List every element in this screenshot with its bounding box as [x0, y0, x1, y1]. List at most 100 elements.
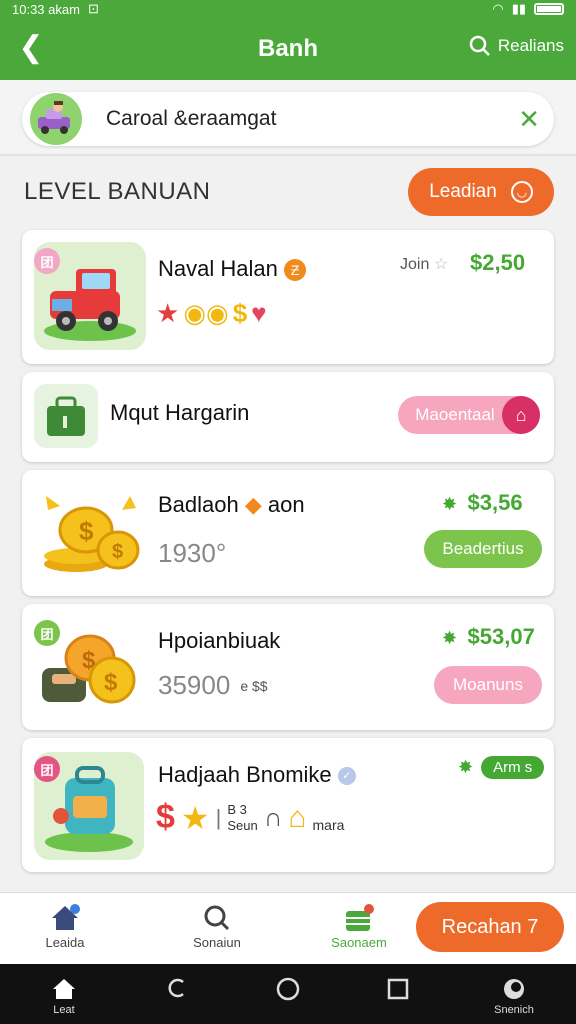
maoentaal-button[interactable]: Maoentaal ⌂: [398, 396, 540, 434]
nav-label: Leaida: [45, 935, 85, 950]
item-title: Hpoianbiuak: [158, 628, 281, 653]
assistant-icon: [501, 974, 527, 1004]
item-meta: Join ☆: [400, 256, 449, 273]
item-price: $3,56: [467, 490, 523, 515]
system-home-label: Leat: [53, 1004, 75, 1016]
search-icon: [469, 35, 490, 56]
home-icon: [50, 901, 80, 935]
circle-icon: [275, 974, 301, 1004]
item-title: Naval Halan Ƶ: [158, 256, 306, 282]
star-outline-icon: ☆: [433, 256, 449, 273]
chevron-left-icon: ❮: [18, 30, 44, 64]
coin-icon: Ƶ: [283, 259, 306, 282]
item-extra: e $$: [240, 677, 268, 694]
home-icon: [51, 974, 77, 1004]
arm-button[interactable]: Arm s: [481, 756, 545, 779]
moanuns-button[interactable]: Moanuns: [434, 666, 542, 704]
search-query: Caroal &eraamgat: [106, 107, 277, 130]
item-badge: 团: [34, 248, 60, 274]
star-icon: ★: [180, 799, 210, 836]
status-time: 10:33 akam: [12, 1, 80, 17]
nav-item-store[interactable]: Saonaem: [314, 901, 404, 950]
reward-row: $ ★ | B 3 Seun ∩ ⌂ mara: [156, 798, 344, 837]
list-item[interactable]: $ $ 团 Hpoianbiuak 35900 e $$ ✸ $53,07 Mo…: [22, 604, 554, 730]
leadian-button[interactable]: Leadian ◡: [408, 168, 554, 216]
item-badge: 团: [34, 756, 60, 782]
status-bar: 10:33 akam ⊡ ◠ ▮▮: [0, 0, 576, 18]
search-action-label: Realians: [497, 36, 564, 55]
item-price-row: ✸ Arm s: [458, 756, 545, 779]
nav-label: Saonaem: [331, 935, 387, 950]
sim-icon: ⊡: [87, 1, 99, 16]
item-title: Badlaoh ◆ aon: [158, 492, 305, 517]
coins-thumbnail: $ $: [34, 484, 144, 580]
search-icon: [202, 901, 232, 935]
item-price-row: ✸ $53,07: [442, 624, 535, 650]
page-title: Banh: [258, 35, 318, 62]
section-title: LEVEL BANUAN: [24, 178, 211, 205]
search-input[interactable]: Caroal &eraamgat ✕: [22, 92, 554, 146]
back-button[interactable]: ❮: [14, 30, 48, 64]
item-count: 1930°: [158, 538, 227, 568]
gear-icon: ✸: [458, 757, 474, 777]
heart-icon: ♥: [251, 298, 267, 328]
nav-label: Sonaiun: [193, 935, 241, 950]
avatar: [30, 93, 82, 145]
reward-labels: B 3 Seun: [227, 802, 257, 834]
label-a: B 3: [227, 801, 247, 817]
item-count-row: 35900 e $$: [158, 670, 268, 701]
list-item[interactable]: Mqut Hargarin Maoentaal ⌂: [22, 372, 554, 462]
nav-item-search[interactable]: Sonaiun: [172, 901, 262, 950]
arch-icon: ∩: [263, 802, 283, 832]
wifi-icon: ◠: [492, 1, 504, 16]
app-bar: ❮ Banh Realians: [0, 18, 576, 80]
label-c: mara: [312, 816, 345, 833]
square-icon: [386, 974, 410, 1004]
search-area: Caroal &eraamgat ✕: [0, 80, 576, 156]
circle-arrow-icon: ◡: [510, 181, 533, 203]
maoentaal-label: Maoentaal: [415, 405, 495, 424]
bag-thumbnail: [34, 384, 98, 448]
dollar-icon: $: [156, 798, 175, 836]
system-home-button[interactable]: Leat: [24, 974, 104, 1016]
system-circle-button[interactable]: [248, 974, 328, 1004]
list-item[interactable]: 团 Naval Halan Ƶ ★ ◉◉ $ ♥ Join ☆ $2,50: [22, 230, 554, 364]
svg-text:$: $: [104, 669, 118, 696]
item-title: Mqut Hargarin: [110, 400, 250, 425]
back-icon: [165, 974, 191, 1004]
search-action[interactable]: Realians: [468, 34, 564, 58]
svg-text:$: $: [112, 541, 123, 563]
house-icon: ⌂: [288, 800, 307, 834]
battery-icon: [534, 3, 564, 15]
item-price: $53,07: [467, 624, 535, 649]
gear-icon: ✸: [442, 494, 458, 514]
list-item[interactable]: $ $ Badlaoh ◆ aon 1930° ✸ $3,56 Beaderti…: [22, 470, 554, 596]
system-assistant-label: Snenich: [494, 1004, 534, 1016]
gear-icon: ✸: [442, 628, 458, 648]
close-icon[interactable]: ✕: [518, 104, 540, 135]
flame-icon: ◆: [244, 492, 262, 517]
item-title: Hadjaah Bnomike ✓: [158, 762, 356, 788]
divider-icon: |: [215, 804, 222, 830]
store-icon: [343, 901, 375, 935]
signal-icon: ▮▮: [511, 1, 526, 16]
svg-text:$: $: [79, 516, 94, 546]
leadian-label: Leadian: [429, 181, 497, 202]
tag-icon: ⌂: [502, 396, 540, 434]
system-nav-bar: Leat Snenich: [0, 964, 576, 1024]
list-item[interactable]: 团 Hadjaah Bnomike ✓ $ ★ | B 3 Seun ∩ ⌂ m…: [22, 738, 554, 872]
system-recents-button[interactable]: [358, 974, 438, 1004]
coins-icon: ◉◉: [183, 298, 229, 328]
item-badge: 团: [34, 620, 60, 646]
recahan-button[interactable]: Recahan 7: [416, 902, 564, 952]
reward-icons: ★ ◉◉ $ ♥: [156, 298, 267, 329]
nav-item-home[interactable]: Leaida: [20, 901, 110, 950]
system-assistant-button[interactable]: Snenich: [474, 974, 554, 1016]
item-count: 35900: [158, 670, 231, 700]
system-back-button[interactable]: [138, 974, 218, 1004]
item-price: $2,50: [470, 250, 526, 275]
label-b: Seun: [227, 817, 258, 833]
star-icon: ★: [156, 298, 180, 328]
beadertius-button[interactable]: Beadertius: [424, 530, 542, 568]
verified-icon: ✓: [337, 767, 356, 786]
